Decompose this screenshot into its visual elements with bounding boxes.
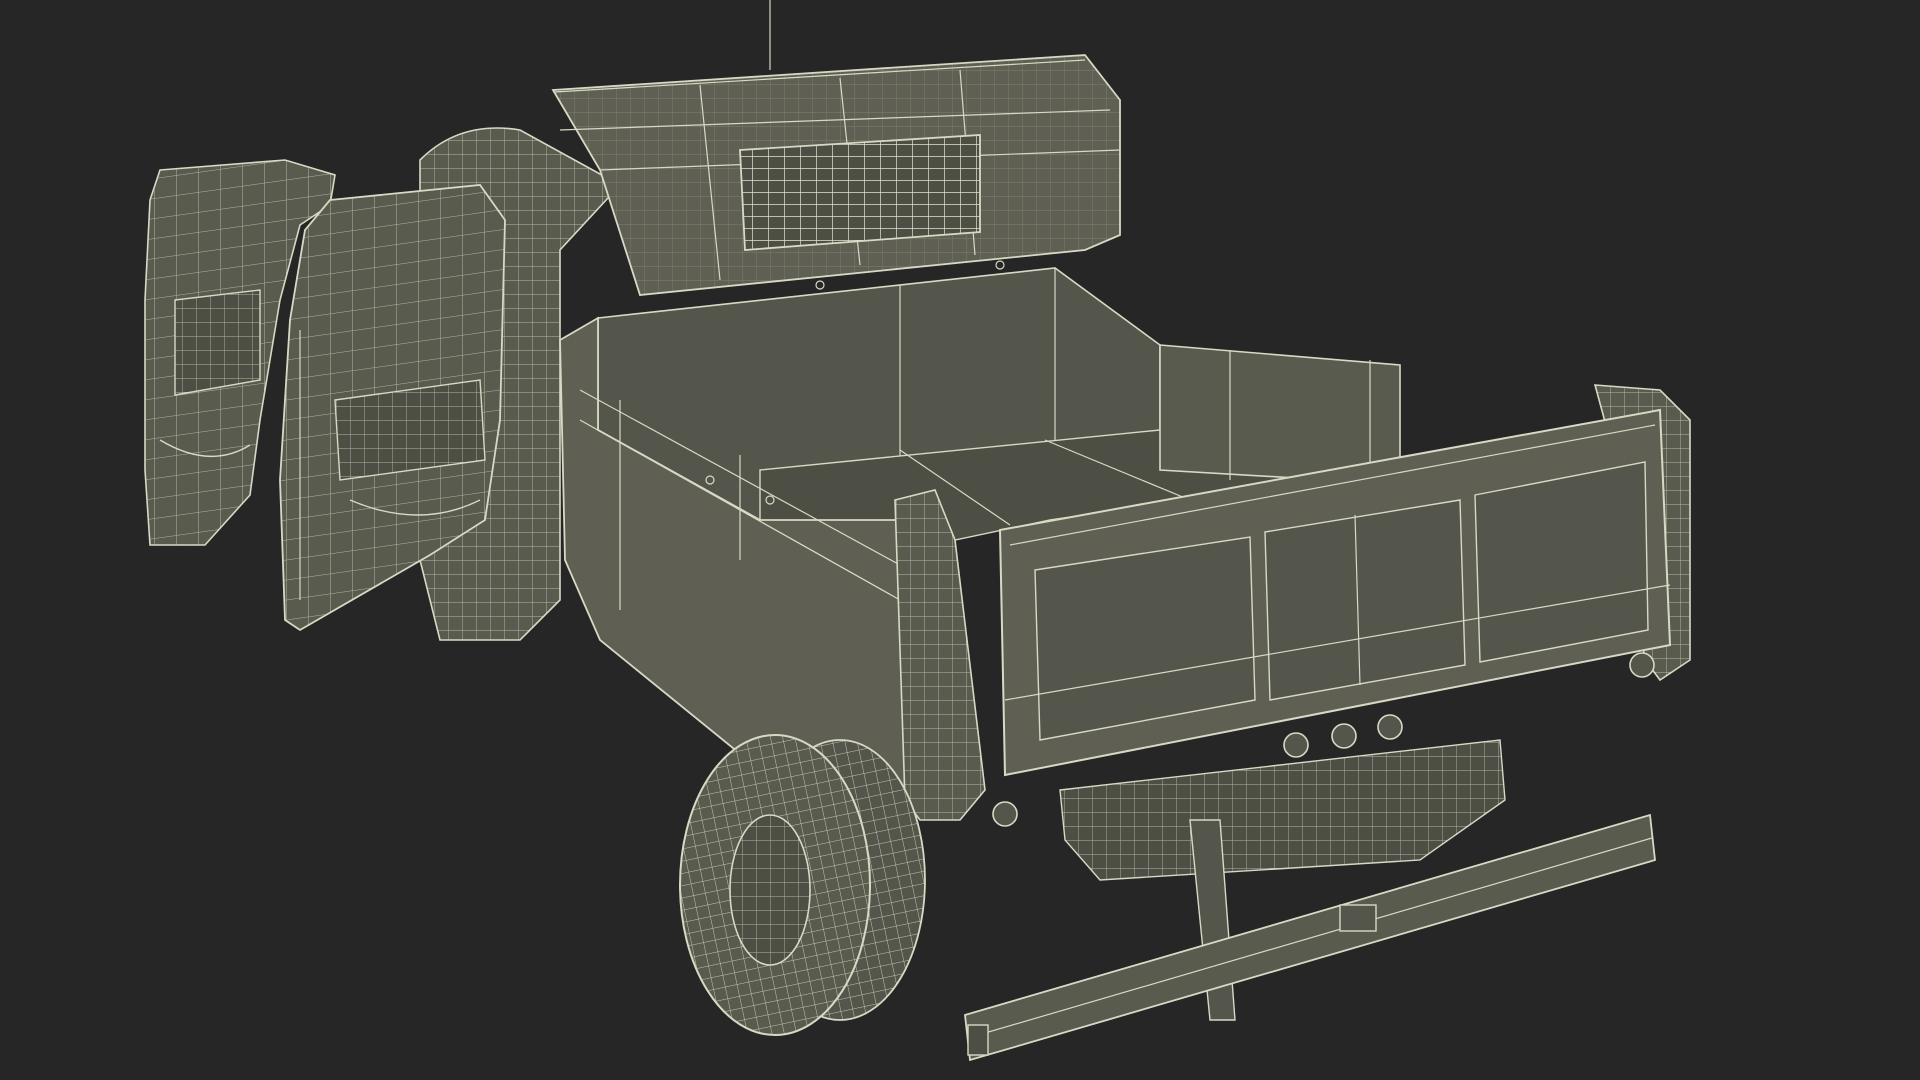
rear-dual-wheels (679, 734, 926, 1036)
left-rear-corner-post (894, 489, 986, 821)
headache-rack (551, 54, 1121, 296)
3d-viewport[interactable] (0, 0, 1920, 1080)
rack-grill (739, 134, 981, 251)
hitch-receiver (1339, 904, 1377, 932)
truck-render (144, 0, 1691, 1062)
dump-body-right-wall (1159, 344, 1401, 481)
